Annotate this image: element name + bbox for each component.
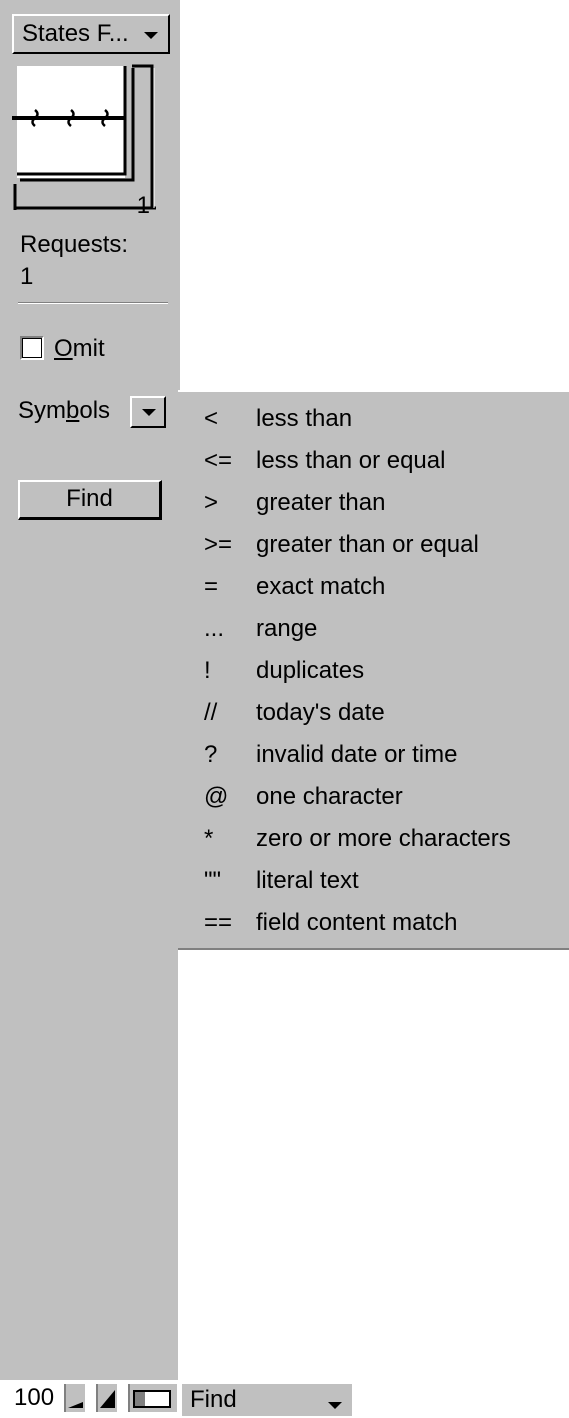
layout-menu[interactable]: States F... xyxy=(12,14,170,54)
menu-item-symbol: "" xyxy=(204,867,222,894)
menu-item-description: field content match xyxy=(256,909,458,936)
menu-item-description: greater than or equal xyxy=(256,531,479,558)
menu-item-less-than-or-equal[interactable]: <= less than or equal xyxy=(178,440,569,482)
zoom-in-graphic xyxy=(100,1390,115,1408)
requests-count: 1 xyxy=(20,263,34,290)
status-area-lower xyxy=(0,830,178,1380)
menu-item-description: less than xyxy=(256,405,353,432)
book-icon[interactable]: 1 xyxy=(12,62,158,222)
menu-item-description: one character xyxy=(256,783,403,810)
menu-item-description: less than or equal xyxy=(256,447,446,474)
menu-item-description: duplicates xyxy=(256,657,365,684)
menu-item-todays-date[interactable]: // today's date xyxy=(178,692,569,734)
status-area-toggle-graphic xyxy=(133,1390,171,1408)
omit-label: Omit xyxy=(54,335,105,362)
menu-item-symbol: = xyxy=(204,573,219,600)
menu-item-exact-match[interactable]: = exact match xyxy=(178,566,569,608)
menu-item-symbol: ... xyxy=(204,615,225,642)
menu-item-description: today's date xyxy=(256,699,385,726)
menu-item-greater-than[interactable]: > greater than xyxy=(178,482,569,524)
menu-item-description: invalid date or time xyxy=(256,741,458,768)
menu-item-symbol: @ xyxy=(204,783,229,810)
page-number: 1 xyxy=(136,192,150,219)
menu-item-description: zero or more characters xyxy=(256,825,511,852)
checkbox-icon[interactable] xyxy=(20,336,44,360)
menu-item-literal-text[interactable]: "" literal text xyxy=(178,860,569,902)
chevron-down-icon xyxy=(328,1402,342,1409)
find-button[interactable]: Find xyxy=(18,480,162,520)
zoom-out-icon[interactable] xyxy=(64,1384,86,1412)
menu-item-description: exact match xyxy=(256,573,386,600)
status-area-toggle-icon[interactable] xyxy=(128,1384,178,1412)
menu-item-one-character[interactable]: @ one character xyxy=(178,776,569,818)
mode-menu[interactable]: Find xyxy=(182,1384,352,1416)
menu-item-symbol: * xyxy=(204,825,214,852)
menu-item-invalid-date-or-time[interactable]: ? invalid date or time xyxy=(178,734,569,776)
menu-item-symbol: ? xyxy=(204,741,218,768)
divider xyxy=(18,302,168,304)
menu-item-range[interactable]: ... range xyxy=(178,608,569,650)
menu-item-symbol: <= xyxy=(204,447,233,474)
menu-item-field-content-match[interactable]: == field content match xyxy=(178,902,569,944)
layout-menu-label: States F... xyxy=(22,20,129,47)
zoom-in-icon[interactable] xyxy=(96,1384,118,1412)
omit-mnemonic: O xyxy=(54,335,73,362)
menu-item-symbol: >= xyxy=(204,531,233,558)
status-bar: 100 Find xyxy=(0,1380,569,1418)
symbols-dropdown-button[interactable] xyxy=(130,396,166,428)
mode-menu-label: Find xyxy=(190,1386,237,1413)
requests-label: Requests: xyxy=(20,231,129,258)
symbols-label: Symbols xyxy=(18,397,111,424)
menu-item-duplicates[interactable]: ! duplicates xyxy=(178,650,569,692)
menu-item-description: literal text xyxy=(256,867,359,894)
menu-item-symbol: > xyxy=(204,489,219,516)
chevron-down-icon xyxy=(144,32,158,39)
menu-item-description: greater than xyxy=(256,489,386,516)
menu-item-symbol: == xyxy=(204,909,233,936)
menu-item-greater-than-or-equal[interactable]: >= greater than or equal xyxy=(178,524,569,566)
chevron-down-icon xyxy=(142,409,156,416)
menu-item-less-than[interactable]: < less than xyxy=(178,398,569,440)
menu-item-zero-or-more-characters[interactable]: * zero or more characters xyxy=(178,818,569,860)
symbols-menu: < less than <= less than or equal > grea… xyxy=(178,390,569,950)
menu-item-symbol: // xyxy=(204,699,218,726)
zoom-level[interactable]: 100 xyxy=(14,1382,54,1414)
menu-item-description: range xyxy=(256,615,318,642)
menu-item-symbol: < xyxy=(204,405,219,432)
zoom-out-graphic xyxy=(68,1402,83,1408)
menu-item-symbol: ! xyxy=(204,657,211,684)
